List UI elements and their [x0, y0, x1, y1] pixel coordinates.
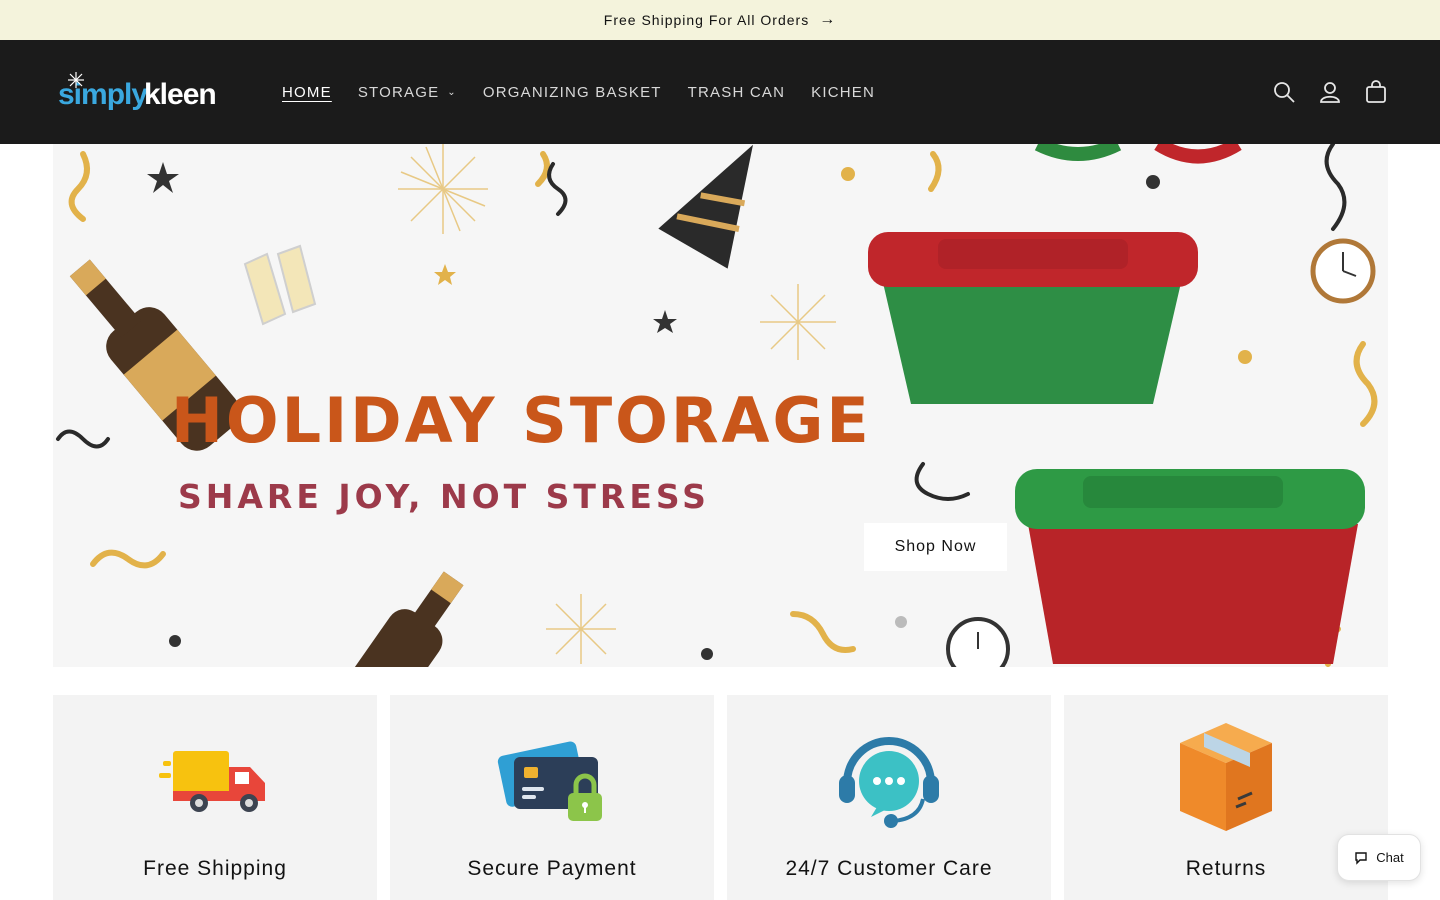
hero-banner: HOLIDAY STORAGE SHARE JOY, NOT STRESS Sh… [53, 144, 1388, 667]
nav-kichen[interactable]: KICHEN [798, 78, 888, 107]
truck-icon [159, 751, 265, 812]
brand-logo[interactable]: simply kleen [56, 70, 231, 114]
search-icon[interactable] [1272, 80, 1296, 104]
feature-label: Returns [1185, 857, 1267, 880]
account-icon[interactable] [1318, 80, 1342, 104]
hero-subtitle: SHARE JOY, NOT STRESS [178, 477, 710, 516]
header-icons [1272, 80, 1388, 104]
shop-now-button[interactable]: Shop Now [864, 523, 1007, 571]
feature-free-shipping: Free Shipping [53, 695, 377, 900]
main-nav: HOME STORAGE ⌄ ORGANIZING BASKET TRASH C… [269, 78, 888, 107]
site-header: simply kleen HOME STORAGE ⌄ ORGANIZING B… [0, 40, 1440, 144]
announcement-text[interactable]: Free Shipping For All Orders [604, 12, 809, 28]
nav-organizing-basket[interactable]: ORGANIZING BASKET [470, 78, 675, 107]
hero-title: HOLIDAY STORAGE [171, 384, 872, 457]
svg-text:simply: simply [58, 78, 148, 111]
feature-secure-payment: Secure Payment [390, 695, 714, 900]
feature-label: Free Shipping [143, 857, 287, 880]
credit-card-lock-icon [497, 741, 602, 821]
chat-bubble-icon [1355, 851, 1367, 865]
nav-home[interactable]: HOME [269, 78, 345, 107]
feature-customer-care: 24/7 Customer Care [727, 695, 1051, 900]
arrow-right-icon[interactable]: → [819, 12, 836, 28]
chevron-down-icon: ⌄ [447, 86, 457, 98]
cart-icon[interactable] [1364, 80, 1388, 104]
feature-label: Secure Payment [467, 857, 637, 880]
chat-label: Chat [1376, 850, 1404, 865]
nav-trash-can[interactable]: TRASH CAN [675, 78, 798, 107]
nav-storage-label: STORAGE [357, 83, 440, 101]
feature-label: 24/7 Customer Care [785, 857, 993, 880]
nav-storage[interactable]: STORAGE ⌄ [345, 78, 470, 107]
headset-chat-icon [839, 737, 939, 828]
box-icon [1180, 723, 1272, 831]
chat-button[interactable]: Chat [1337, 834, 1421, 881]
svg-text:kleen: kleen [144, 78, 216, 111]
announcement-bar[interactable]: Free Shipping For All Orders → [0, 0, 1440, 40]
feature-list: Free Shipping Secure Payment 24/7 Custom… [53, 695, 1388, 900]
